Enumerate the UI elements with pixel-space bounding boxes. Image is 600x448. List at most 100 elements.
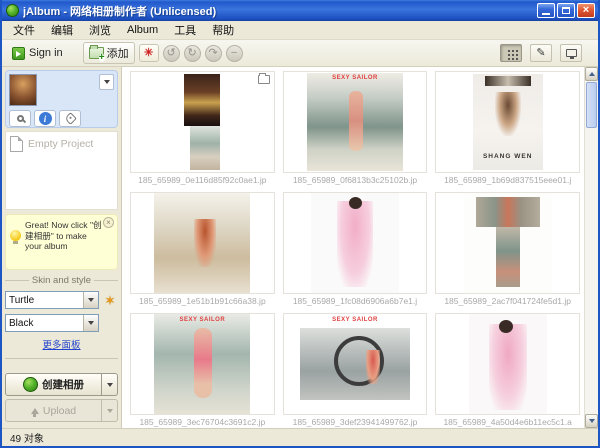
skin-award-button[interactable]: ✶ (102, 292, 118, 308)
skin-select[interactable]: Turtle (5, 291, 99, 309)
style-select[interactable]: Black (5, 314, 99, 332)
new-folder-button[interactable]: ✳ (138, 44, 159, 62)
thumbnail-cell: 185_65989_0e116d85f92c0ae1.jp (130, 71, 275, 185)
monitor-icon (565, 49, 577, 59)
preview-button[interactable] (560, 44, 582, 62)
vertical-scrollbar[interactable] (584, 67, 598, 428)
add-files-button[interactable]: 添加 (82, 42, 135, 64)
content-area: i Empty Project Great! Now click "创建相册" … (2, 67, 598, 428)
skin-selected-value: Turtle (9, 294, 35, 306)
scroll-up-button[interactable] (585, 67, 598, 81)
document-icon (10, 136, 23, 152)
menu-item-tools[interactable]: 工具 (167, 20, 203, 40)
add-label: 添加 (106, 48, 129, 60)
minus-icon: − (230, 46, 238, 59)
thumbnail-filename: 185_65989_1fc08d6906a6b7e1.j (292, 296, 418, 306)
avatar[interactable] (9, 74, 37, 106)
thumbnail-box[interactable]: SEXY SAILOR (130, 313, 275, 415)
menu-item-help[interactable]: 帮助 (205, 20, 241, 40)
grid-view-icon (508, 50, 510, 52)
info-button[interactable]: i (34, 110, 56, 127)
thumbnail-box[interactable] (130, 71, 275, 173)
account-dropdown-button[interactable] (99, 74, 114, 90)
action-buttons-area: 创建相册 Upload (5, 373, 118, 425)
thumbnail-filename: 185_65989_0f6813b3c25102b.jp (292, 175, 418, 185)
photo-overlay-text: SHANG WEN (482, 153, 533, 160)
toolbar-view-group: ✎ (500, 44, 582, 62)
object-count: 49 对象 (10, 434, 44, 445)
close-button[interactable]: × (577, 3, 595, 18)
thumbnail-box[interactable]: SEXY SAILOR (282, 71, 428, 173)
menu-item-album[interactable]: Album (120, 22, 165, 38)
window-title: jAlbum - 网络相册制作者 (Unlicensed) (23, 5, 217, 18)
thumbnail-grid: 185_65989_0e116d85f92c0ae1.jp SEXY SAILO… (122, 67, 584, 428)
thumbnail-box[interactable] (435, 313, 580, 415)
menu-item-file[interactable]: 文件 (6, 20, 42, 40)
search-icon (16, 115, 24, 122)
thumbnail-cell: 185_65989_1e51b1b91c66a38.jp (130, 192, 275, 306)
skin-section-title: Skin and style (5, 275, 118, 286)
skin-select-arrow[interactable] (83, 292, 98, 308)
folder-badge-icon (257, 73, 270, 84)
close-icon: × (582, 4, 590, 16)
upload-button[interactable]: Upload (5, 399, 102, 422)
menu-item-browse[interactable]: 浏览 (82, 20, 118, 40)
photo-overlay-text: SEXY SAILOR (332, 317, 378, 323)
upload-dropdown[interactable] (102, 399, 118, 422)
zoom-button[interactable] (9, 110, 31, 127)
chevron-down-icon (103, 80, 110, 84)
thumbnail-cell: SEXY SAILOR 185_65989_3def23941499762.jp (282, 313, 428, 427)
more-skins-link[interactable]: 更多面板 (5, 337, 118, 351)
style-select-arrow[interactable] (83, 315, 98, 331)
lightbulb-icon (10, 230, 21, 244)
sign-in-button[interactable]: Sign in (6, 45, 69, 62)
sign-in-label: Sign in (29, 47, 63, 59)
jalbum-logo-icon (6, 4, 19, 17)
thumbnail-box[interactable]: SHANG WEN (435, 71, 580, 173)
thumbnail-box[interactable] (435, 192, 580, 294)
thumbnail-box[interactable]: SEXY SAILOR (282, 313, 428, 415)
redo-button[interactable]: ↷ (204, 44, 222, 62)
chevron-down-icon (106, 382, 113, 387)
tag-icon (63, 112, 77, 125)
empty-project-item[interactable]: Empty Project (10, 136, 113, 152)
new-star-icon: ✳ (144, 46, 154, 59)
rotate-right-icon: ↻ (187, 46, 197, 59)
pencil-icon: ✎ (536, 46, 546, 59)
create-album-button[interactable]: 创建相册 (5, 373, 102, 396)
toolbar: Sign in 添加 ✳ ↺ ↻ ↷ − ✎ (2, 40, 598, 67)
scroll-down-button[interactable] (585, 414, 598, 428)
edit-view-button[interactable]: ✎ (530, 44, 552, 62)
thumbnail-cell: 185_65989_4a50d4e6b11ec5c1.a (435, 313, 580, 427)
rotate-left-button[interactable]: ↺ (162, 44, 180, 62)
sign-in-arrow-icon (12, 46, 25, 60)
chevron-down-icon (106, 408, 113, 413)
thumbnail-cell: 185_65989_2ac7f041724fe5d1.jp (435, 192, 580, 306)
upload-split: Upload (5, 399, 118, 422)
chevron-down-icon (88, 298, 94, 302)
rotate-left-icon: ↺ (166, 46, 176, 59)
scrollbar-thumb[interactable] (586, 82, 597, 128)
app-window: jAlbum - 网络相册制作者 (Unlicensed) × 文件 编辑 浏览… (0, 0, 600, 448)
thumbnail-box[interactable] (130, 192, 275, 294)
minimize-button[interactable] (537, 3, 555, 18)
upload-icon (30, 407, 39, 417)
grid-view-button[interactable] (500, 44, 522, 62)
arrow-up-icon (588, 72, 595, 76)
empty-project-label: Empty Project (28, 138, 94, 150)
sidebar: i Empty Project Great! Now click "创建相册" … (2, 67, 122, 428)
menu-item-edit[interactable]: 编辑 (44, 20, 80, 40)
create-album-dropdown[interactable] (102, 373, 118, 396)
hint-text: Great! Now click "创建相册" to make your alb… (25, 220, 102, 252)
maximize-button[interactable] (557, 3, 575, 18)
tags-button[interactable] (59, 110, 81, 127)
status-bar: 49 对象 (2, 428, 598, 446)
thumbnail-box[interactable] (282, 192, 428, 294)
rotate-right-button[interactable]: ↻ (183, 44, 201, 62)
main-panel: 185_65989_0e116d85f92c0ae1.jp SEXY SAILO… (122, 67, 598, 428)
info-icon: i (38, 112, 52, 125)
toolbar-edit-group: 添加 ✳ ↺ ↻ ↷ − (82, 42, 243, 64)
exclude-button[interactable]: − (225, 44, 243, 62)
hint-close-button[interactable]: × (103, 217, 114, 228)
